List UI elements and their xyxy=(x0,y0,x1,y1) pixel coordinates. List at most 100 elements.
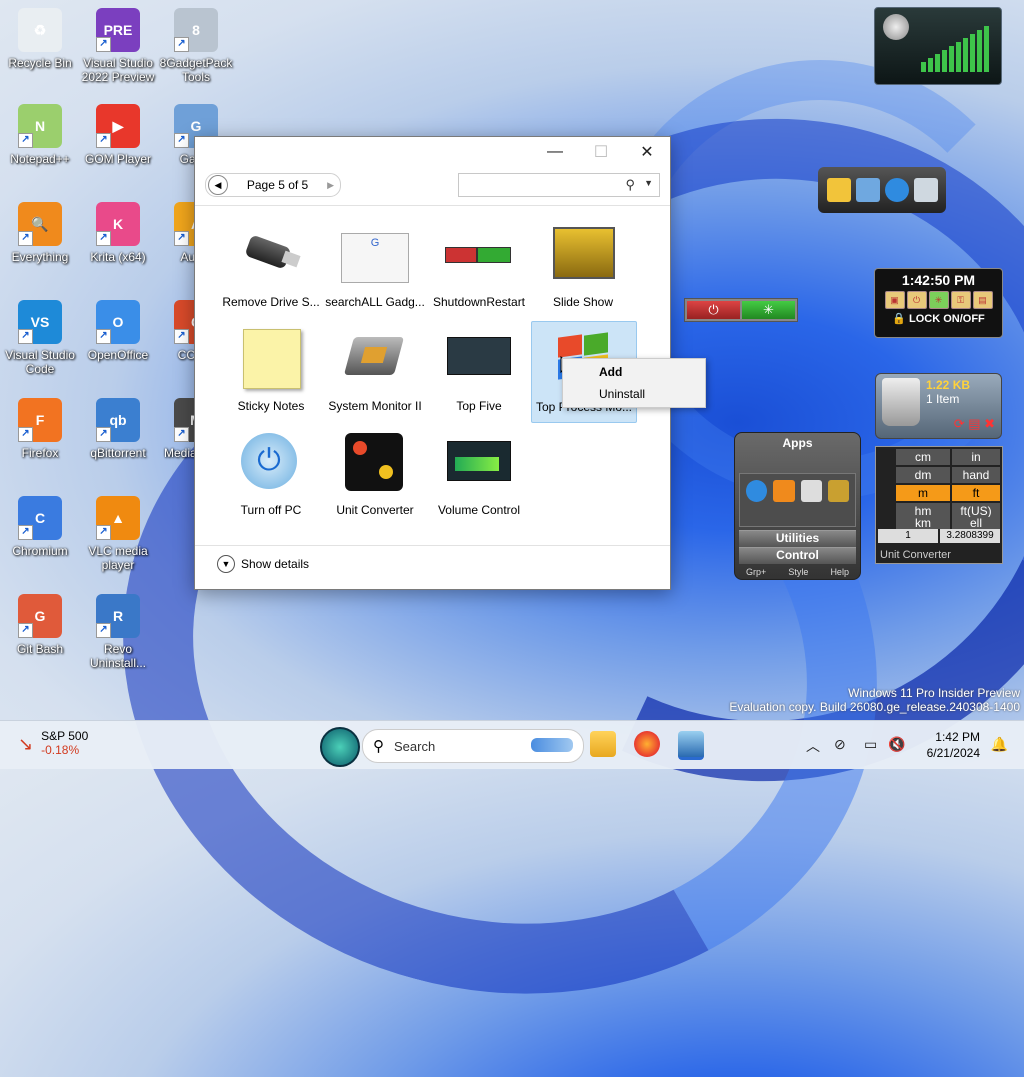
restart-button[interactable]: ✳ xyxy=(742,301,795,319)
media-icon[interactable] xyxy=(773,480,795,502)
logoff-icon[interactable]: ▣ xyxy=(884,291,905,309)
chevron-down-icon[interactable]: ▼ xyxy=(644,178,653,188)
firefox-icon[interactable] xyxy=(634,731,660,757)
start-button[interactable] xyxy=(320,727,360,767)
desktop-icon[interactable]: O ↗ OpenOffice xyxy=(78,300,158,362)
apps-utilities-tab[interactable]: Utilities xyxy=(739,530,856,547)
unit-right-0[interactable]: in xyxy=(952,449,1000,465)
desktop-icon[interactable]: F ↗ Firefox xyxy=(0,398,80,460)
desktop-icon-label: Chromium xyxy=(12,544,68,558)
apps-control-tab[interactable]: Control xyxy=(739,547,856,564)
desktop-icon[interactable]: K ↗ Krita (x64) xyxy=(78,202,158,264)
desktop-icon[interactable]: 🔍 ↗ Everything xyxy=(0,202,80,264)
apps-group-button[interactable]: Grp+ xyxy=(746,567,766,577)
unit-right-2[interactable]: ft xyxy=(952,485,1000,501)
shortcut-arrow-icon: ↗ xyxy=(96,329,111,344)
desktop-icon[interactable]: R ↗ Revo Uninstall... xyxy=(78,594,158,670)
desktop-icon-label: GOM Player xyxy=(84,152,151,166)
unit-left-0[interactable]: cm xyxy=(896,449,950,465)
volume-icon xyxy=(447,431,511,495)
display-icon[interactable]: ▭ xyxy=(864,736,877,753)
app-glyph-icon: G xyxy=(190,118,202,134)
close-button[interactable]: ✕ xyxy=(624,137,670,167)
desktop-icon[interactable]: qb ↗ qBittorrent xyxy=(78,398,158,460)
gadget-label: Unit Converter xyxy=(336,503,414,517)
gadget-tile[interactable]: Remove Drive S... xyxy=(219,217,323,317)
gadget-tile[interactable]: G searchALL Gadg... xyxy=(323,217,427,317)
ie-icon[interactable] xyxy=(884,178,909,202)
desktop-icon-label: Git Bash xyxy=(16,642,64,656)
notification-bell-icon[interactable]: 🔔 xyxy=(991,736,1008,753)
show-details-toggle[interactable]: ▼ Show details xyxy=(217,555,309,573)
desktop-icon[interactable]: 8 ↗ 8GadgetPack Tools xyxy=(156,8,236,84)
ie-icon[interactable] xyxy=(746,480,768,502)
file-explorer-icon[interactable] xyxy=(590,731,616,757)
prev-page-button[interactable]: ◀ xyxy=(208,175,228,195)
desktop-icon-label: 8GadgetPack Tools xyxy=(159,56,233,84)
gadget-tile[interactable]: ⏻ Turn off PC xyxy=(219,425,323,525)
desktop-icon[interactable]: ♻ Recycle Bin xyxy=(0,8,80,70)
lock-toggle[interactable]: 🔒 LOCK ON/OFF xyxy=(875,312,1002,325)
power-button[interactable]: ⏻ xyxy=(687,301,740,319)
taskbar-search[interactable]: ⚲ Search xyxy=(362,729,584,763)
control-panel-icon[interactable] xyxy=(678,731,704,760)
desktop-icon[interactable]: N ↗ Notepad++ xyxy=(0,104,80,166)
network-meter-gadget[interactable] xyxy=(874,7,1002,85)
sleep-icon[interactable]: ▤ xyxy=(972,291,993,309)
restart-icon[interactable]: ✳ xyxy=(928,291,949,309)
unit-left-4[interactable]: km xyxy=(896,517,950,529)
gadget-tile[interactable]: Sticky Notes xyxy=(219,321,323,421)
trophy-icon[interactable] xyxy=(827,480,849,502)
desktop-icon[interactable]: C ↗ Chromium xyxy=(0,496,80,558)
shortcut-arrow-icon: ↗ xyxy=(18,231,33,246)
gadget-label: Slide Show xyxy=(552,295,614,309)
gadget-tile[interactable]: Slide Show xyxy=(531,217,635,317)
menu-item-uninstall[interactable]: Uninstall xyxy=(563,383,705,405)
gadget-label: Top Five xyxy=(456,399,502,413)
pager: ◀ Page 5 of 5 ▶ xyxy=(205,173,341,197)
shortcut-arrow-icon: ↗ xyxy=(174,231,189,246)
shortcut-arrow-icon: ↗ xyxy=(18,329,33,344)
gadget-tile[interactable]: Top Five xyxy=(427,321,531,421)
apps-help-button[interactable]: Help xyxy=(830,567,849,577)
unit-left-2[interactable]: m xyxy=(896,485,950,501)
shortcut-arrow-icon: ↗ xyxy=(96,133,111,148)
computer-icon[interactable] xyxy=(855,178,880,202)
recycle-bin-icon[interactable] xyxy=(913,178,938,202)
minimize-button[interactable]: — xyxy=(532,137,578,167)
unit-left-1[interactable]: dm xyxy=(896,467,950,483)
desktop-icon[interactable]: G ↗ Git Bash xyxy=(0,594,80,656)
bin-empty-icon[interactable]: ⟳ ▤ ✖ xyxy=(954,416,995,432)
search-input[interactable] xyxy=(463,174,617,196)
taskbar-clock[interactable]: 1:42 PM 6/21/2024 xyxy=(927,729,980,761)
dialog-titlebar[interactable]: — ☐ ✕ xyxy=(195,137,670,169)
network-icon[interactable]: ⊘ xyxy=(834,736,846,753)
unit-right-4[interactable]: ell xyxy=(952,517,1000,529)
stock-widget[interactable]: ↘ S&P 500 -0.18% xyxy=(18,729,88,759)
launcher-gadget[interactable] xyxy=(818,167,946,213)
desktop-icon[interactable]: ▶ ↗ GOM Player xyxy=(78,104,158,166)
desktop-icon[interactable]: PRE ↗ Visual Studio 2022 Preview xyxy=(78,8,158,84)
unit-right-1[interactable]: hand xyxy=(952,467,1000,483)
unit-converter-title: Unit Converter xyxy=(880,549,951,561)
app-icon: 8 ↗ xyxy=(174,8,218,52)
menu-item-add[interactable]: Add xyxy=(563,361,705,383)
gadget-tile[interactable]: Unit Converter xyxy=(323,425,427,525)
key-icon[interactable]: ⚿ xyxy=(950,291,971,309)
chevron-up-icon[interactable]: ︿ xyxy=(806,736,820,756)
gadget-tile[interactable]: System Monitor II xyxy=(323,321,427,421)
desktop-icon[interactable]: VS ↗ Visual Studio Code xyxy=(0,300,80,376)
shortcut-arrow-icon: ↗ xyxy=(174,133,189,148)
unit-input[interactable]: 1 xyxy=(878,529,938,543)
desktop-icon[interactable]: ▲ ↗ VLC media player xyxy=(78,496,158,572)
window-icon[interactable] xyxy=(800,480,822,502)
folder-icon[interactable] xyxy=(826,178,851,202)
shutdown-icon[interactable]: ⏻ xyxy=(906,291,927,309)
context-menu: Add Uninstall xyxy=(562,358,706,408)
search-icon[interactable]: ⚲ xyxy=(625,177,635,193)
gadget-tile[interactable]: ShutdownRestart xyxy=(427,217,531,317)
apps-style-button[interactable]: Style xyxy=(788,567,808,577)
recycle-bin-gadget[interactable]: 1.22 KB 1 Item ⟳ ▤ ✖ xyxy=(875,373,1002,439)
volume-muted-icon[interactable]: 🔇 xyxy=(888,736,905,753)
gadget-tile[interactable]: Volume Control xyxy=(427,425,531,525)
